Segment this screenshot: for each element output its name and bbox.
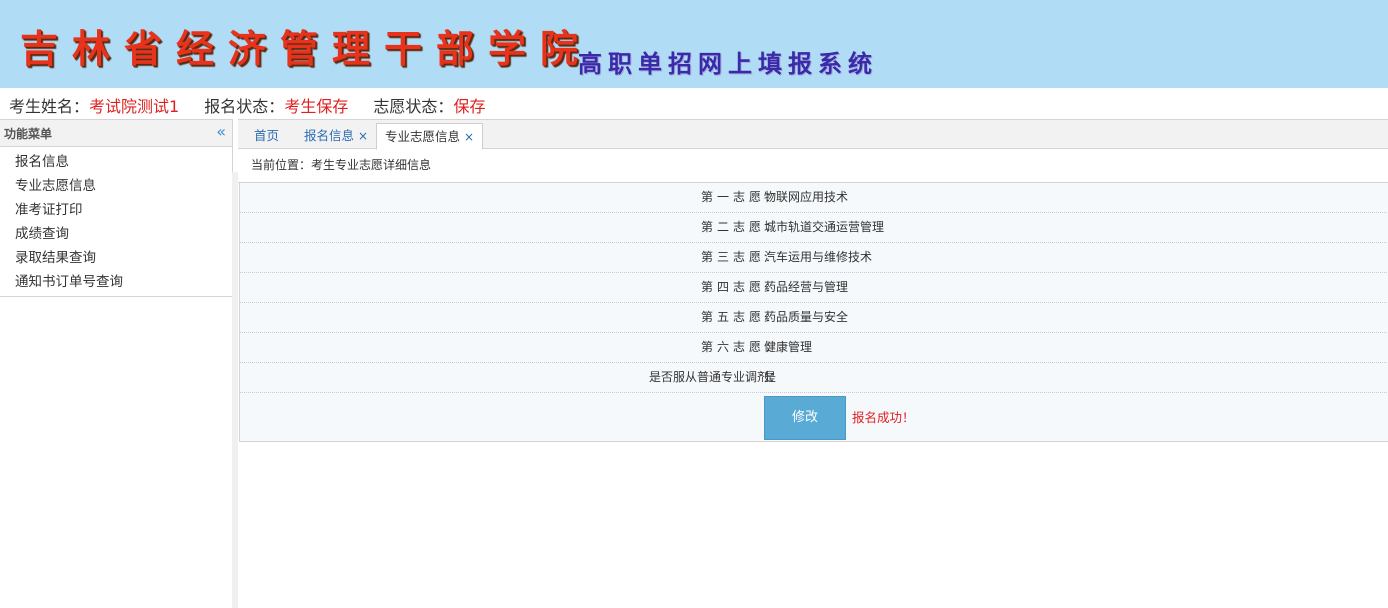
table-row: 是否服从普通专业调剂： 是 [240, 363, 1388, 393]
sidebar-item-major-preferences[interactable]: 专业志愿信息 [0, 174, 232, 198]
table-row: 第二志愿： 城市轨道交通运营管理 [240, 213, 1388, 243]
breadcrumb: 当前位置：考生专业志愿详细信息 [238, 148, 1388, 183]
tab-bar: 首页 报名信息 × 专业志愿信息 × [238, 119, 1388, 150]
sidebar-item-admission-result-query[interactable]: 录取结果查询 [0, 246, 232, 270]
student-status-bar: 考生姓名：考试院测试1 报名状态：考生保存 志愿状态：保存 [0, 88, 1388, 118]
table-row: 第四志愿： 药品经营与管理 [240, 273, 1388, 303]
tab-major-preferences[interactable]: 专业志愿信息 × [376, 123, 484, 150]
student-name-value: 考试院测试1 [89, 97, 180, 116]
sidebar: 功能菜单 « 报名信息 专业志愿信息 准考证打印 成绩查询 录取结果查询 通知书… [0, 119, 233, 608]
tab-registration-info[interactable]: 报名信息 × [296, 123, 376, 148]
main-content: 首页 报名信息 × 专业志愿信息 × 当前位置：考生专业志愿详细信息 第一志愿： 物… [238, 119, 1388, 608]
edit-button[interactable]: 修改 [764, 396, 846, 440]
sidebar-title: 功能菜单 [4, 127, 53, 141]
preference-value: 汽车运用与维修技术 [764, 250, 873, 264]
header-banner: 吉林省经济管理干部学院 高职单招网上填报系统 [0, 0, 1388, 88]
success-message: 报名成功！ [852, 410, 915, 425]
sidebar-item-notice-order-query[interactable]: 通知书订单号查询 [0, 270, 232, 294]
registration-status-value: 考生保存 [284, 97, 349, 116]
table-row: 第六志愿： 健康管理 [240, 333, 1388, 363]
sidebar-menu: 报名信息 专业志愿信息 准考证打印 成绩查询 录取结果查询 通知书订单号查询 [0, 147, 232, 297]
preference-status-value: 保存 [453, 97, 486, 116]
registration-status-label: 报名状态： [204, 97, 285, 116]
tab-home[interactable]: 首页 [246, 123, 287, 148]
preference-value: 城市轨道交通运营管理 [764, 220, 885, 234]
tab-major-preferences-label: 专业志愿信息 [385, 129, 461, 144]
tab-registration-info-label: 报名信息 [304, 128, 355, 143]
preference-value: 药品经营与管理 [764, 280, 849, 294]
table-row: 第五志愿： 药品质量与安全 [240, 303, 1388, 333]
table-row: 第一志愿： 物联网应用技术 [240, 183, 1388, 213]
tab-home-label: 首页 [254, 128, 280, 143]
sidebar-item-admission-ticket-print[interactable]: 准考证打印 [0, 198, 232, 222]
preference-value: 药品质量与安全 [764, 310, 849, 324]
breadcrumb-text: 当前位置：考生专业志愿详细信息 [251, 158, 432, 172]
sidebar-header: 功能菜单 « [0, 119, 232, 147]
student-name-label: 考生姓名： [9, 97, 90, 116]
preferences-table: 第一志愿： 物联网应用技术 第二志愿： 城市轨道交通运营管理 第三志愿： 汽车运… [239, 183, 1388, 442]
sidebar-item-score-query[interactable]: 成绩查询 [0, 222, 232, 246]
action-row: 修改 报名成功！ [240, 393, 1388, 441]
preference-status-label: 志愿状态： [373, 97, 454, 116]
school-name: 吉林省经济管理干部学院 [20, 26, 593, 71]
preference-value: 健康管理 [764, 340, 813, 354]
adjust-value: 是 [764, 370, 777, 384]
adjust-label: 是否服从普通专业调剂： [648, 370, 781, 384]
system-name: 高职单招网上填报系统 [578, 49, 878, 78]
table-row: 第三志愿： 汽车运用与维修技术 [240, 243, 1388, 273]
sidebar-item-registration-info[interactable]: 报名信息 [0, 150, 232, 174]
collapse-sidebar-icon[interactable]: « [216, 122, 226, 141]
close-icon[interactable]: × [464, 130, 474, 144]
close-icon[interactable]: × [358, 129, 368, 143]
preference-value: 物联网应用技术 [764, 190, 849, 204]
